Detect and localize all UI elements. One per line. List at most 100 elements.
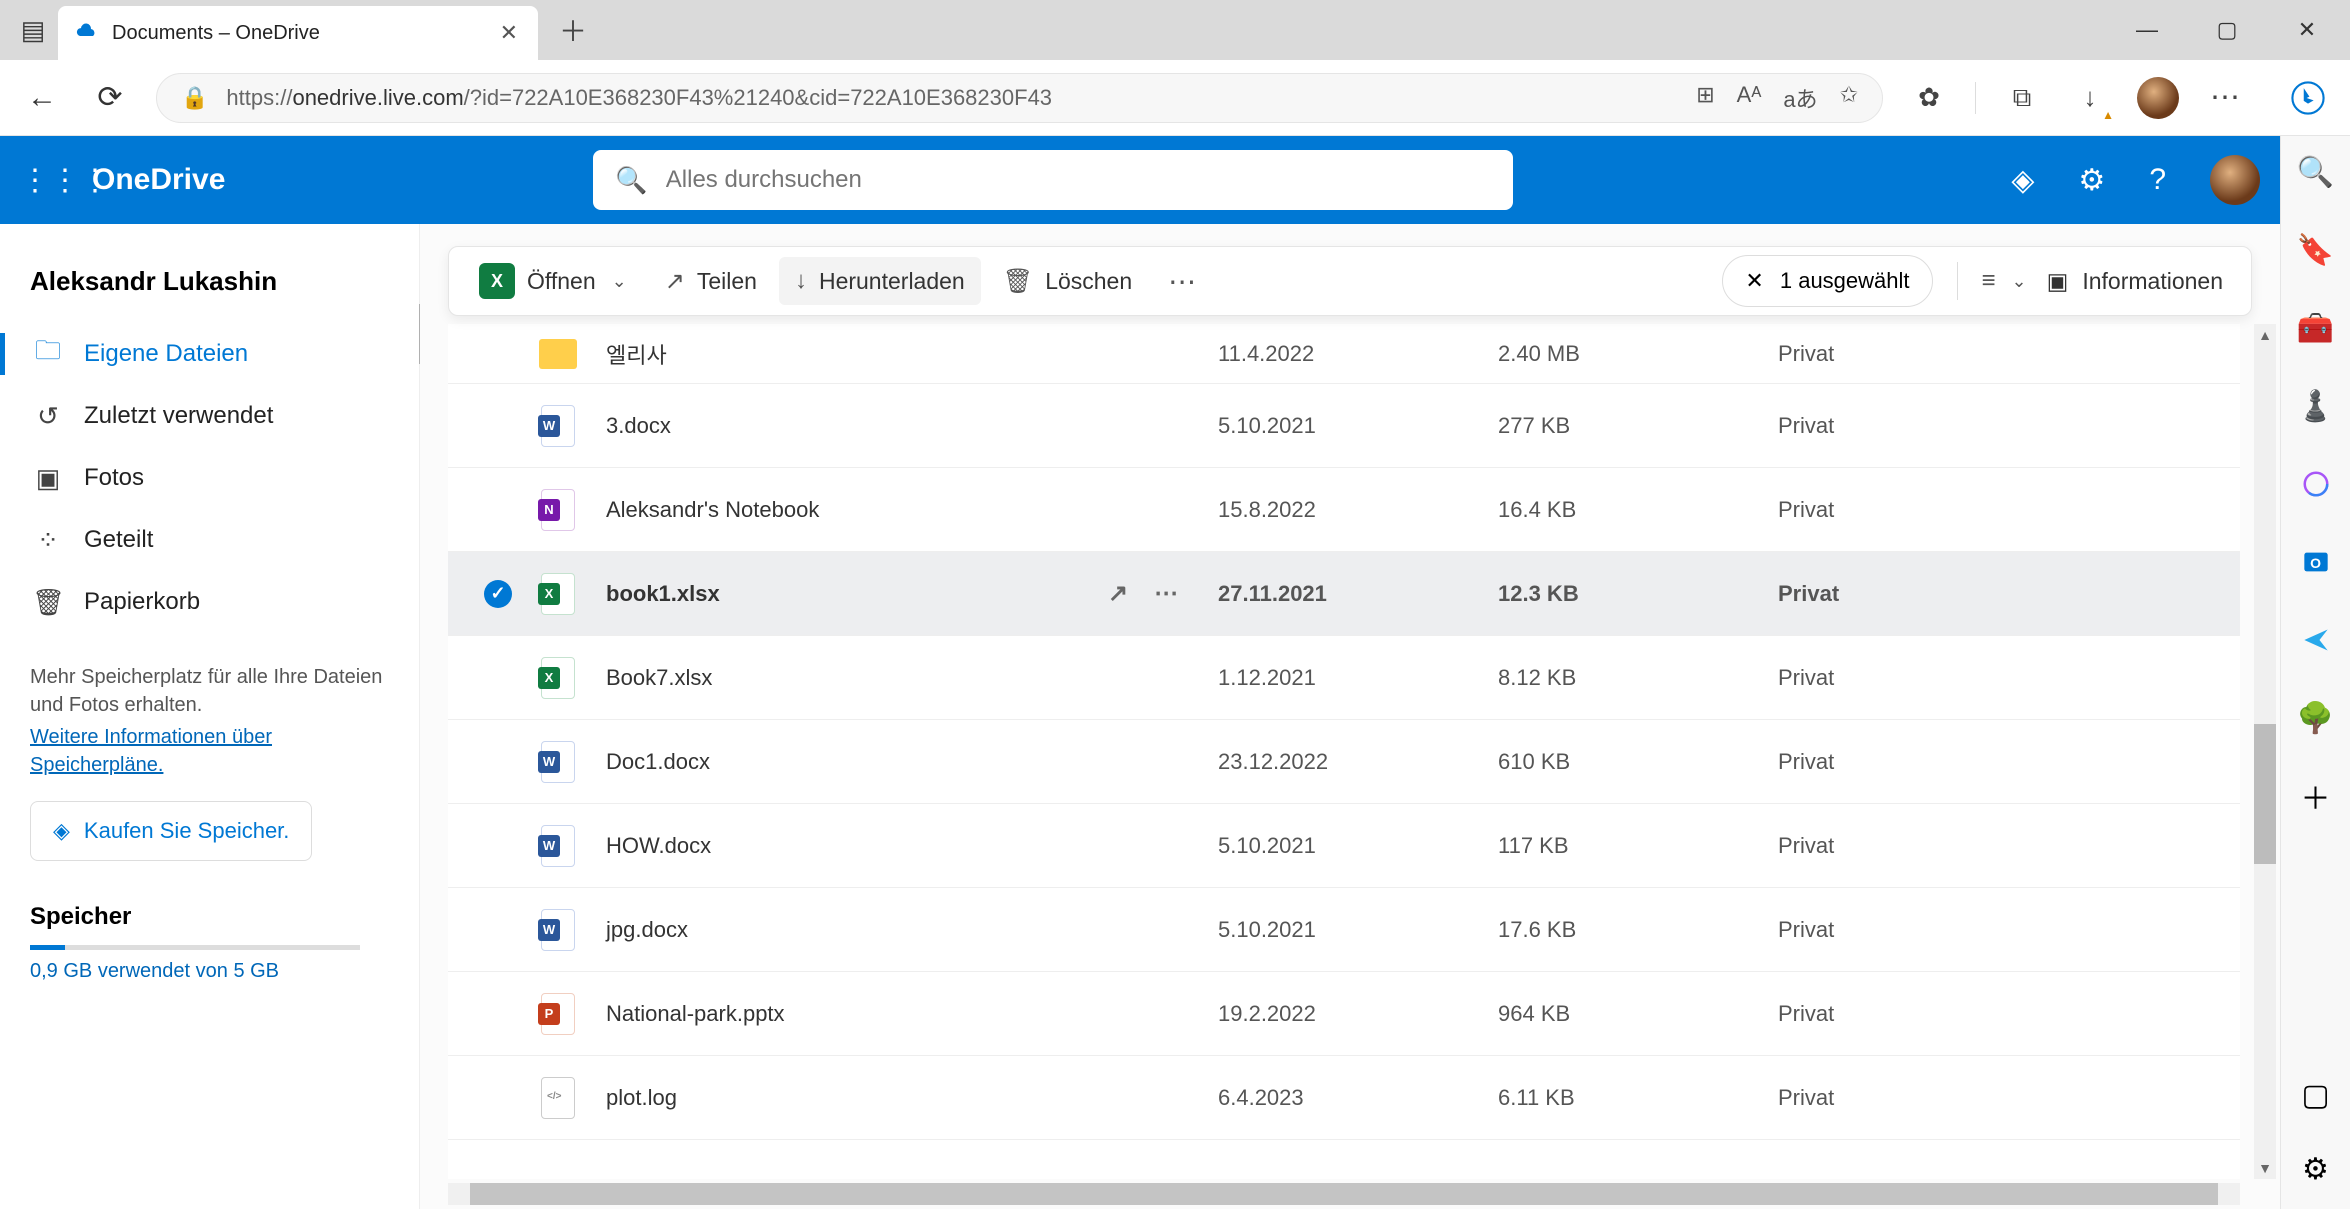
- file-row[interactable]: Doc1.docx23.12.2022610 KBPrivat: [448, 720, 2240, 804]
- file-row[interactable]: ✓book1.xlsx↗⋯27.11.202112.3 KBPrivat: [448, 552, 2240, 636]
- extensions-icon[interactable]: ✿: [1907, 76, 1951, 120]
- row-share-icon[interactable]: ↗: [1108, 579, 1128, 608]
- file-name[interactable]: jpg.docx: [588, 917, 1108, 943]
- app-launcher-icon[interactable]: ⋮⋮⋮: [20, 163, 64, 198]
- file-row[interactable]: Book7.xlsx1.12.20218.12 KBPrivat: [448, 636, 2240, 720]
- window-minimize-button[interactable]: ―: [2112, 5, 2182, 55]
- window-maximize-button[interactable]: ▢: [2192, 5, 2262, 55]
- storage-usage-text[interactable]: 0,9 GB verwendet von 5 GB: [30, 960, 419, 983]
- favorite-icon[interactable]: ✩: [1840, 82, 1858, 114]
- nav-photos[interactable]: ▣ Fotos: [30, 447, 419, 509]
- sidebar-shopping-icon[interactable]: 🔖: [2296, 230, 2336, 270]
- toolbar-more-icon[interactable]: ⋯: [2204, 76, 2248, 120]
- row-checkbox[interactable]: ✓: [468, 580, 528, 608]
- bing-sidebar-icon[interactable]: [2286, 76, 2330, 120]
- file-type-icon: [528, 339, 588, 369]
- file-name[interactable]: plot.log: [588, 1085, 1108, 1111]
- storage-bar: [30, 945, 360, 950]
- browser-tab-active[interactable]: Documents – OneDrive ✕: [58, 6, 538, 60]
- sidebar-office-icon[interactable]: [2296, 464, 2336, 504]
- collections-icon[interactable]: ⧉: [2000, 76, 2044, 120]
- settings-icon[interactable]: ⚙: [2078, 163, 2105, 198]
- nav-refresh-button[interactable]: ⟳: [88, 76, 132, 120]
- sidebar-add-icon[interactable]: ＋: [2296, 776, 2336, 816]
- app-mode-icon[interactable]: ⊞: [1696, 82, 1714, 114]
- file-name[interactable]: Book7.xlsx: [588, 665, 1108, 691]
- file-name[interactable]: Doc1.docx: [588, 749, 1108, 775]
- nav-my-files[interactable]: 🗀 Eigene Dateien: [30, 323, 419, 385]
- sidebar-send-icon[interactable]: [2296, 620, 2336, 660]
- file-size: 2.40 MB: [1498, 341, 1778, 367]
- content-vertical-scrollbar[interactable]: ▲ ▼: [2254, 324, 2276, 1179]
- sidebar-panel-icon[interactable]: ▢: [2296, 1075, 2336, 1115]
- nav-recent[interactable]: ↺ Zuletzt verwendet: [30, 385, 419, 447]
- search-input[interactable]: [666, 166, 1492, 194]
- clear-selection-icon[interactable]: ✕: [1745, 268, 1763, 294]
- help-icon[interactable]: ?: [2149, 163, 2166, 197]
- tab-close-icon[interactable]: ✕: [500, 20, 518, 46]
- nav-recycle[interactable]: 🗑 Papierkorb: [30, 571, 419, 633]
- brand-name[interactable]: OneDrive: [92, 163, 225, 197]
- scroll-up-arrow[interactable]: ▲: [2254, 324, 2276, 346]
- scroll-thumb[interactable]: [2254, 724, 2276, 864]
- sidebar-tree-icon[interactable]: 🌳: [2296, 698, 2336, 738]
- search-box[interactable]: 🔍: [593, 150, 1513, 210]
- file-size: 6.11 KB: [1498, 1085, 1778, 1111]
- file-row[interactable]: 엘리사11.4.20222.40 MBPrivat: [448, 324, 2240, 384]
- selection-pill[interactable]: ✕ 1 ausgewählt: [1722, 255, 1932, 307]
- excel-app-icon: X: [479, 263, 515, 299]
- row-more-icon[interactable]: ⋯: [1154, 579, 1178, 608]
- url-host: onedrive.live.com: [292, 85, 463, 110]
- downloads-icon[interactable]: ↓: [2068, 76, 2112, 120]
- file-row[interactable]: plot.log6.4.20236.11 KBPrivat: [448, 1056, 2240, 1140]
- hscroll-thumb[interactable]: [470, 1183, 2218, 1205]
- user-name: Aleksandr Lukashin: [30, 254, 419, 323]
- user-avatar[interactable]: [2210, 155, 2260, 205]
- file-date: 5.10.2021: [1218, 833, 1498, 859]
- download-label: Herunterladen: [819, 268, 965, 295]
- file-name[interactable]: 3.docx: [588, 413, 1108, 439]
- profile-avatar[interactable]: [2136, 76, 2180, 120]
- window-close-button[interactable]: ✕: [2272, 5, 2342, 55]
- info-button[interactable]: ▣ Informationen: [2033, 258, 2237, 305]
- file-size: 17.6 KB: [1498, 917, 1778, 943]
- sidebar-tools-icon[interactable]: 🧰: [2296, 308, 2336, 348]
- file-name[interactable]: book1.xlsx: [588, 581, 1108, 607]
- new-tab-button[interactable]: ＋: [548, 10, 598, 50]
- tab-actions-icon[interactable]: ▤: [8, 10, 58, 50]
- translate-icon[interactable]: aあ: [1783, 82, 1817, 114]
- nav-back-button[interactable]: ←: [20, 76, 64, 120]
- buy-storage-button[interactable]: ◈ Kaufen Sie Speicher.: [30, 801, 312, 861]
- file-name[interactable]: 엘리사: [588, 338, 1108, 370]
- share-button[interactable]: ↗ Teilen: [649, 257, 773, 306]
- file-sharing: Privat: [1778, 1085, 2220, 1111]
- file-row[interactable]: Aleksandr's Notebook15.8.202216.4 KBPriv…: [448, 468, 2240, 552]
- address-bar[interactable]: 🔒 https://onedrive.live.com/?id=722A10E3…: [156, 73, 1883, 123]
- promo-link[interactable]: Weitere Informationen über Speicherpläne…: [30, 723, 383, 779]
- file-type-icon: [528, 405, 588, 447]
- more-commands-icon[interactable]: ⋯: [1154, 257, 1212, 306]
- download-button[interactable]: ↓ Herunterladen: [779, 257, 981, 305]
- content-horizontal-scrollbar[interactable]: [448, 1183, 2240, 1205]
- delete-button[interactable]: 🗑 Löschen: [987, 257, 1148, 306]
- sidebar-games-icon[interactable]: ♟️: [2296, 386, 2336, 426]
- file-name[interactable]: National-park.pptx: [588, 1001, 1108, 1027]
- scroll-down-arrow[interactable]: ▼: [2254, 1157, 2276, 1179]
- open-button[interactable]: X Öffnen ⌄: [463, 253, 643, 309]
- file-row[interactable]: HOW.docx5.10.2021117 KBPrivat: [448, 804, 2240, 888]
- file-name[interactable]: Aleksandr's Notebook: [588, 497, 1108, 523]
- share-icon: ↗: [665, 267, 685, 296]
- nav-shared[interactable]: ⁘ Geteilt: [30, 509, 419, 571]
- sidebar-outlook-icon[interactable]: O: [2296, 542, 2336, 582]
- file-sharing: Privat: [1778, 497, 2220, 523]
- command-bar: X Öffnen ⌄ ↗ Teilen ↓ Herunterladen 🗑 Lö…: [448, 246, 2252, 316]
- sidebar-search-icon[interactable]: 🔍: [2296, 152, 2336, 192]
- file-row[interactable]: 3.docx5.10.2021277 KBPrivat: [448, 384, 2240, 468]
- reading-icon[interactable]: Aᴬ: [1737, 82, 1762, 114]
- premium-icon[interactable]: ◈: [2011, 163, 2034, 198]
- sidebar-settings-icon[interactable]: ⚙: [2296, 1149, 2336, 1189]
- sort-button[interactable]: ≡ ⌄: [1982, 267, 2027, 295]
- file-name[interactable]: HOW.docx: [588, 833, 1108, 859]
- file-row[interactable]: National-park.pptx19.2.2022964 KBPrivat: [448, 972, 2240, 1056]
- file-row[interactable]: jpg.docx5.10.202117.6 KBPrivat: [448, 888, 2240, 972]
